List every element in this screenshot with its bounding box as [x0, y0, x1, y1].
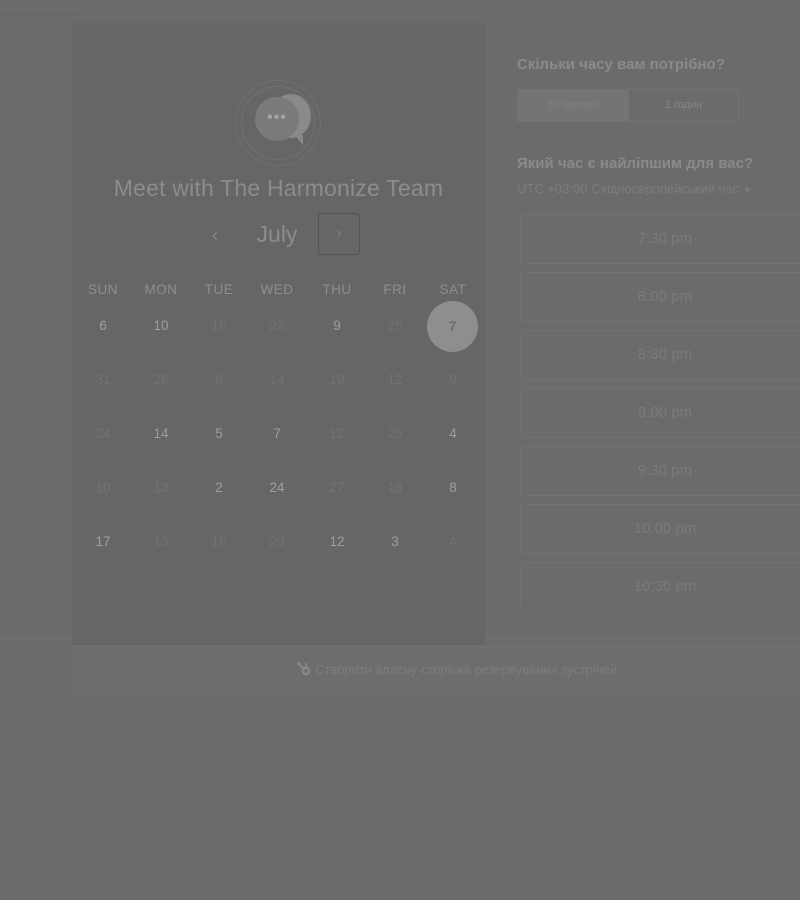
weekday-sun: SUN — [87, 282, 118, 297]
timezone-label: UTC +03:00 Східноєвропейський час — [517, 181, 739, 196]
time-slot-button[interactable]: 9:00 pm — [520, 388, 800, 438]
calendar-day-unavailable: 8 — [215, 372, 223, 387]
meeting-title: Meet with The Harmonize Team — [113, 175, 444, 201]
weekday-mon: MON — [144, 282, 178, 297]
time-slot-button[interactable]: 8:30 pm — [520, 330, 800, 380]
calendar-day-unavailable: 4 — [449, 534, 457, 549]
month-navigation: ‹ July › — [72, 213, 485, 257]
prev-month-button[interactable]: ‹ — [202, 223, 228, 249]
next-month-button[interactable]: › — [318, 213, 360, 255]
calendar-day[interactable]: 4 — [424, 419, 482, 449]
calendar-day[interactable]: 5 — [190, 419, 248, 449]
calendar-day[interactable]: 3 — [366, 527, 424, 557]
duration-question: Скільки часу вам потрібно? — [517, 56, 725, 73]
calendar-day[interactable]: 14 — [132, 419, 190, 449]
calendar-day[interactable]: 9 — [308, 311, 366, 341]
time-question: Який час є найліпшим для вас? — [517, 155, 754, 172]
weekday-sat: SAT — [439, 282, 467, 297]
calendar-day-unavailable: 12 — [329, 426, 345, 441]
chevron-down-icon: ▼ — [742, 185, 752, 195]
footer: Створити власну сторінка резервування зу… — [72, 646, 800, 694]
top-divider — [0, 14, 80, 15]
time-slot-list: 7:30 pm 8:00 pm 8:30 pm 9:00 pm 9:30 pm 10:00… — [520, 214, 800, 606]
create-booking-page-link[interactable]: Створити власну сторінка резервування зу… — [296, 661, 617, 677]
hubspot-sprocket-icon — [297, 662, 311, 676]
calendar-day[interactable]: 2 — [190, 473, 248, 503]
time-slot-button[interactable]: 9:30 pm — [520, 446, 800, 496]
calendar-day[interactable]: 24 — [248, 473, 306, 503]
selected-day[interactable]: 7 — [427, 301, 478, 352]
calendar-day-unavailable: 31 — [95, 372, 111, 387]
calendar-day[interactable]: 17 — [74, 527, 132, 557]
calendar-day-unavailable: 14 — [269, 372, 285, 387]
chat-bubble-icon: ••• — [255, 97, 299, 141]
calendar-day-unavailable: 18 — [211, 534, 227, 549]
calendar-day-unavailable: 18 — [387, 480, 403, 495]
time-slot-button[interactable]: 7:30 pm — [520, 214, 800, 264]
calendar-day-unavailable: 27 — [329, 480, 345, 495]
calendar-day-unavailable: 29 — [269, 534, 285, 549]
duration-60-button[interactable]: 1 годин — [629, 90, 738, 121]
calendar-day-unavailable: 26 — [153, 372, 169, 387]
footer-link-text: Створити власну сторінка резервування зу… — [315, 662, 618, 677]
calendar-day-unavailable: 24 — [95, 426, 111, 441]
time-slot-button[interactable]: 8:00 pm — [520, 272, 800, 322]
time-slot-button[interactable]: 10:30 pm — [520, 562, 800, 606]
calendar-day-unavailable: 25 — [387, 318, 403, 333]
calendar-day[interactable]: 10 — [132, 311, 190, 341]
calendar-day-unavailable: 13 — [153, 480, 169, 495]
calendar-day-unavailable: 13 — [153, 534, 169, 549]
time-slot-button[interactable]: 10:00 pm — [520, 504, 800, 554]
weekday-wed: WED — [260, 282, 294, 297]
calendar-day-unavailable: 18 — [211, 318, 227, 333]
calendar-panel: ••• Meet with The Harmonize Team ‹ July … — [72, 23, 485, 645]
month-label: July — [256, 221, 298, 247]
calendar-day-unavailable: 25 — [387, 426, 403, 441]
calendar-day-unavailable: 19 — [329, 372, 345, 387]
weekday-fri: FRI — [383, 282, 407, 297]
timezone-dropdown[interactable]: UTC +03:00 Східноєвропейський час ▼ — [517, 181, 752, 196]
calendar-day[interactable]: 8 — [424, 473, 482, 503]
weekday-thu: THU — [322, 282, 352, 297]
duration-30-button[interactable]: 30 хвилин — [518, 90, 629, 121]
duration-selector: 30 хвилин 1 годин — [517, 89, 739, 122]
calendar-day-unavailable: 12 — [387, 372, 403, 387]
calendar-day-unavailable: 22 — [269, 318, 285, 333]
calendar-day-unavailable: 10 — [95, 480, 111, 495]
calendar-day[interactable]: 12 — [308, 527, 366, 557]
calendar-day[interactable]: 7 — [248, 419, 306, 449]
calendar-day-unavailable: 9 — [449, 372, 457, 387]
weekday-tue: TUE — [204, 282, 234, 297]
calendar-day[interactable]: 6 — [74, 311, 132, 341]
team-logo: ••• — [235, 80, 321, 166]
